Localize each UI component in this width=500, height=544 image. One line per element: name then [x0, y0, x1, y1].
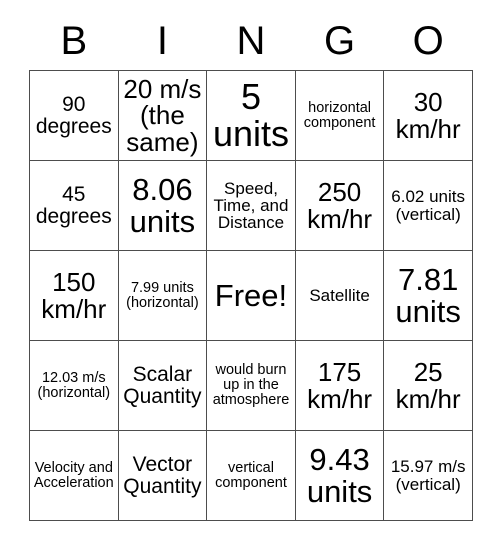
- bingo-cell[interactable]: 12.03 m/s (horizontal): [29, 340, 119, 431]
- bingo-cell-label: 15.97 m/s (vertical): [390, 457, 466, 494]
- bingo-header-letter-i: I: [156, 19, 168, 63]
- bingo-row: 90 degrees 20 m/s (the same) 5 units horizo…: [29, 70, 473, 161]
- bingo-cell[interactable]: 150 km/hr: [29, 250, 119, 341]
- bingo-cell[interactable]: Free!: [206, 250, 296, 341]
- bingo-header-letter-o: O: [412, 19, 444, 63]
- bingo-cell-label: 8.06 units: [129, 171, 196, 239]
- bingo-cell[interactable]: 9.43 units: [294, 430, 385, 521]
- bingo-cell[interactable]: 6.02 units (vertical): [383, 160, 473, 251]
- bingo-row: 12.03 m/s (horizontal) Scalar Quantity wou…: [29, 340, 473, 431]
- bingo-cell[interactable]: 175 km/hr: [294, 340, 385, 431]
- bingo-cell[interactable]: 90 degrees: [29, 70, 119, 161]
- bingo-header-letter-b: B: [60, 19, 88, 63]
- bingo-cell[interactable]: vertical component: [206, 430, 296, 521]
- bingo-cell-label: Free!: [214, 277, 288, 313]
- bingo-cell-label: Vector Quantity: [123, 453, 202, 498]
- bingo-cell-label: 5 units: [212, 75, 289, 154]
- bingo-cell-label: 25 km/hr: [395, 356, 461, 414]
- bingo-cell-label: 90 degrees: [35, 93, 112, 138]
- bingo-cell-label: 6.02 units (vertical): [391, 187, 466, 224]
- bingo-cell-label: Speed, Time, and Distance: [213, 178, 289, 233]
- bingo-cell[interactable]: Velocity and Acceleration: [29, 430, 119, 521]
- bingo-cell[interactable]: 250 km/hr: [294, 160, 385, 251]
- bingo-row: 45 degrees 8.06 units Speed, Time, and Dis…: [29, 160, 473, 251]
- bingo-card: B I N G O 90 degrees 20 m/s (the same) 5 u…: [29, 12, 473, 521]
- bingo-cell[interactable]: would burn up in the atmosphere: [206, 340, 296, 431]
- bingo-cell-label: 150 km/hr: [41, 266, 107, 324]
- bingo-cell-label: 9.43 units: [306, 441, 373, 509]
- bingo-header-row: B I N G O: [30, 12, 473, 71]
- bingo-cell[interactable]: horizontal component: [294, 70, 385, 161]
- bingo-cell-label: 175 km/hr: [307, 356, 373, 414]
- bingo-cell[interactable]: 25 km/hr: [383, 340, 473, 431]
- bingo-cell[interactable]: 45 degrees: [29, 160, 119, 251]
- bingo-cell-label: 7.99 units (horizontal): [126, 279, 199, 311]
- bingo-body: 90 degrees 20 m/s (the same) 5 units horizo…: [29, 70, 473, 521]
- bingo-cell[interactable]: Speed, Time, and Distance: [206, 160, 296, 251]
- bingo-grid: B I N G O 90 degrees 20 m/s (the same) 5 u…: [29, 12, 473, 521]
- bingo-cell-label: 20 m/s (the same): [123, 73, 202, 157]
- bingo-cell[interactable]: 15.97 m/s (vertical): [383, 430, 473, 521]
- bingo-cell-label: Velocity and Acceleration: [33, 459, 114, 491]
- bingo-cell[interactable]: 30 km/hr: [383, 70, 473, 161]
- bingo-header-letter-n: N: [236, 19, 266, 63]
- bingo-cell-label: Scalar Quantity: [123, 363, 202, 408]
- bingo-cell[interactable]: 7.99 units (horizontal): [117, 250, 208, 341]
- bingo-cell-label: Satellite: [309, 285, 370, 305]
- bingo-cell-label: vertical component: [215, 459, 287, 491]
- bingo-cell-label: 7.81 units: [395, 261, 461, 329]
- bingo-cell-label: 250 km/hr: [307, 176, 373, 234]
- bingo-cell-label: horizontal component: [303, 99, 376, 131]
- bingo-cell-label: would burn up in the atmosphere: [212, 362, 290, 408]
- bingo-cell[interactable]: Scalar Quantity: [117, 340, 208, 431]
- bingo-cell-label: 45 degrees: [35, 183, 112, 228]
- bingo-cell[interactable]: 5 units: [206, 70, 296, 161]
- bingo-cell[interactable]: Vector Quantity: [117, 430, 208, 521]
- bingo-row: Velocity and Acceleration Vector Quantity…: [29, 430, 473, 521]
- bingo-row: 150 km/hr 7.99 units (horizontal) Free! Sat…: [29, 250, 473, 341]
- bingo-cell-label: 12.03 m/s (horizontal): [37, 369, 111, 401]
- bingo-cell[interactable]: Satellite: [294, 250, 385, 341]
- bingo-cell-label: 30 km/hr: [395, 86, 461, 144]
- bingo-header-letter-g: G: [324, 19, 356, 63]
- bingo-cell[interactable]: 8.06 units: [117, 160, 208, 251]
- bingo-cell[interactable]: 20 m/s (the same): [117, 70, 208, 161]
- bingo-cell[interactable]: 7.81 units: [383, 250, 473, 341]
